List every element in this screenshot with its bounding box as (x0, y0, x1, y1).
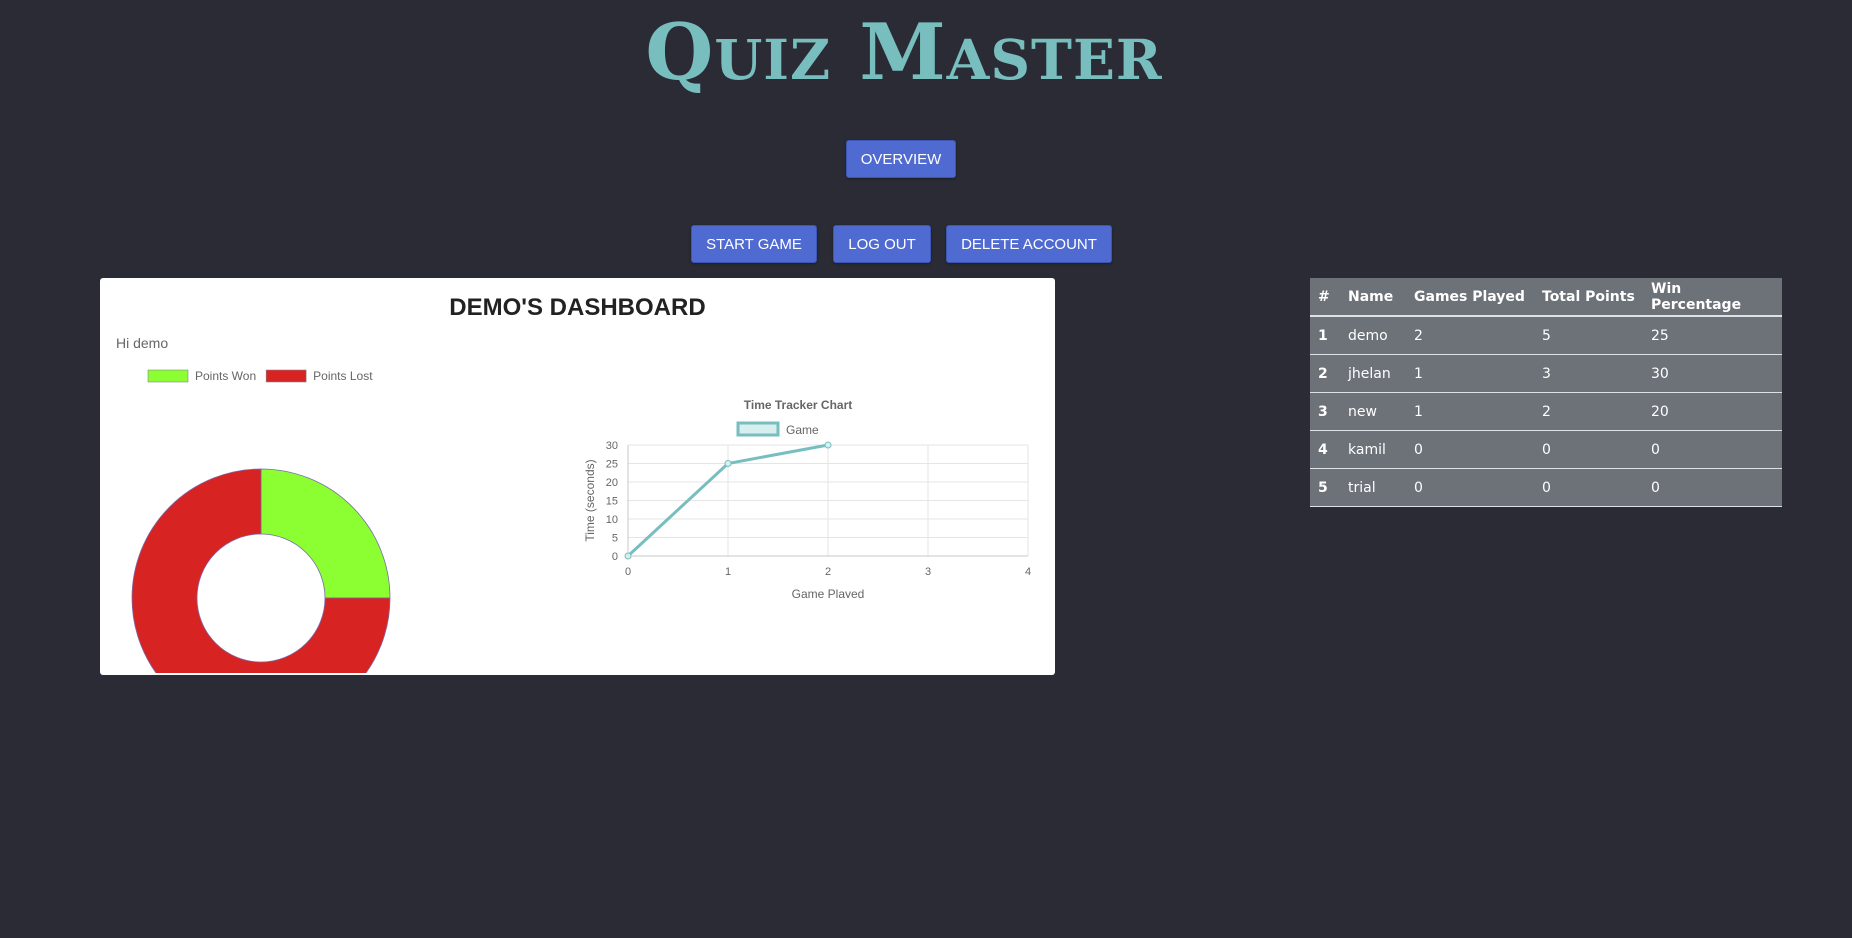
log-out-button[interactable]: LOG OUT (833, 225, 931, 263)
table-cell: 0 (1406, 468, 1534, 507)
table-cell: 0 (1643, 468, 1782, 507)
start-game-button[interactable]: START GAME (691, 225, 817, 263)
table-row: 4 kamil 0 0 0 (1310, 430, 1782, 469)
table-cell: 0 (1534, 468, 1643, 507)
legend-swatch (147, 369, 189, 383)
x-tick-label: 3 (925, 566, 931, 578)
table-cell: 0 (1643, 430, 1782, 469)
dashboard-card: DEMO'S DASHBOARD Hi demo Points Won Point… (100, 278, 1055, 675)
legend-label: Game (786, 423, 819, 437)
y-tick-label: 25 (606, 459, 618, 471)
x-tick-label: 4 (1025, 566, 1031, 578)
y-axis-label: Time (seconds) (583, 459, 597, 541)
table-cell: 1 (1406, 392, 1534, 431)
overview-button[interactable]: OVERVIEW (846, 140, 956, 178)
doughnut-slice (260, 468, 391, 599)
table-cell: 3 (1534, 354, 1643, 393)
table-cell: 25 (1643, 316, 1782, 355)
table-cell: 5 (1310, 468, 1340, 507)
table-cell: demo (1340, 316, 1406, 355)
legend-label: Points Won (195, 369, 256, 383)
header-games-played: Games Played (1406, 278, 1534, 317)
data-point (624, 552, 632, 560)
table-row: 3 new 1 2 20 (1310, 392, 1782, 431)
table-cell: trial (1340, 468, 1406, 507)
legend-label: Points Lost (313, 369, 373, 383)
table-cell: new (1340, 392, 1406, 431)
greeting-text: Hi demo (116, 335, 169, 351)
legend-swatch (265, 369, 307, 383)
leaderboard-header-row: # Name Games Played Total Points Win Per… (1310, 278, 1782, 317)
delete-account-button[interactable]: DELETE ACCOUNT (946, 225, 1112, 263)
table-cell: jhelan (1340, 354, 1406, 393)
time-tracker-line-chart: Time Tracker Chart Game 0 5 10 15 20 25 30 0 1 2 3 4 G… (583, 398, 1031, 598)
table-row: 1 demo 2 5 25 (1310, 316, 1782, 355)
table-cell: 3 (1310, 392, 1340, 431)
legend-swatch (736, 421, 780, 437)
data-point (724, 460, 732, 467)
table-row: 2 jhelan 1 3 30 (1310, 354, 1782, 393)
table-cell: 0 (1534, 430, 1643, 469)
y-tick-label: 0 (612, 551, 618, 563)
dashboard-title: DEMO'S DASHBOARD (449, 294, 706, 321)
chart-title: Time Tracker Chart (744, 398, 853, 412)
table-cell: 1 (1310, 316, 1340, 355)
data-point (824, 441, 832, 449)
header-name: Name (1340, 278, 1406, 317)
table-cell: 4 (1310, 430, 1340, 469)
header-total-points: Total Points (1534, 278, 1643, 317)
y-tick-label: 5 (612, 533, 618, 545)
app-title: Quiz Master (645, 7, 1163, 98)
y-tick-label: 15 (606, 496, 618, 508)
points-doughnut-chart: Points Won Points Lost (131, 369, 391, 673)
table-row: 5 trial 0 0 0 (1310, 468, 1782, 507)
table-cell: 2 (1310, 354, 1340, 393)
y-tick-label: 30 (606, 440, 618, 452)
table-cell: 1 (1406, 354, 1534, 393)
table-cell: 30 (1643, 354, 1782, 393)
x-tick-label: 2 (825, 566, 831, 578)
table-cell: 20 (1643, 392, 1782, 431)
table-cell: kamil (1340, 430, 1406, 469)
table-cell: 5 (1534, 316, 1643, 355)
header-win-percentage: Win Percentage (1643, 278, 1782, 317)
header-rank: # (1310, 278, 1340, 317)
x-tick-label: 1 (725, 566, 731, 578)
table-cell: 2 (1534, 392, 1643, 431)
x-axis-label: Game Played (792, 587, 865, 598)
table-cell: 0 (1406, 430, 1534, 469)
x-tick-label: 0 (625, 566, 631, 578)
y-tick-label: 20 (606, 477, 618, 489)
table-cell: 2 (1406, 316, 1534, 355)
y-tick-label: 10 (606, 514, 618, 526)
leaderboard-table: # Name Games Played Total Points Win Per… (1310, 278, 1782, 507)
